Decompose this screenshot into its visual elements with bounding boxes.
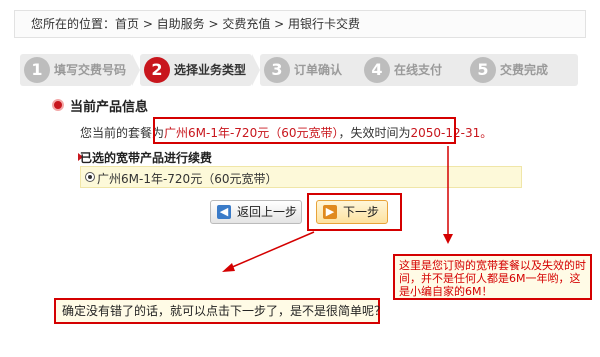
annotation-arrows [222, 146, 453, 272]
arrow-line-left [229, 231, 315, 269]
arrow-head-left-icon [222, 263, 235, 272]
arrow-head-right-icon [443, 234, 453, 244]
